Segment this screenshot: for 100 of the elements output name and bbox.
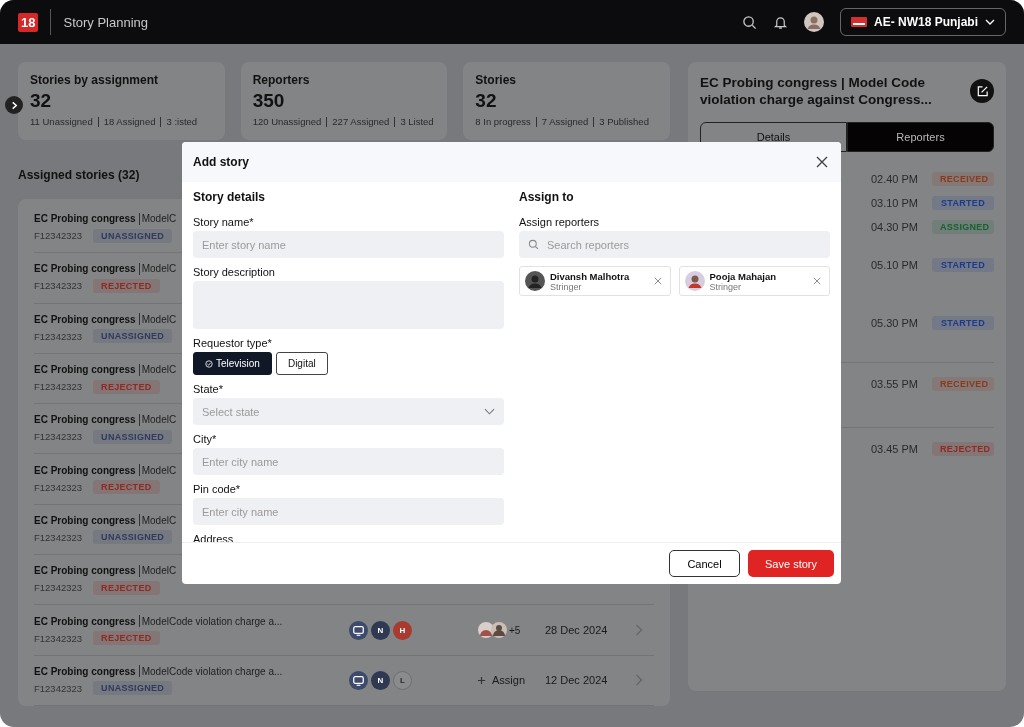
chevron-down-icon bbox=[484, 408, 495, 415]
story-id: F12342323 bbox=[34, 582, 83, 594]
story-heading: EC Probing congress | Model Code violation charge against Congress... bbox=[700, 74, 933, 108]
stat-value: 350 bbox=[252, 90, 286, 112]
assign-button[interactable]: Assign bbox=[477, 674, 545, 687]
story-title: EC Probing congress bbox=[34, 213, 136, 225]
tag-icon: H bbox=[393, 620, 412, 640]
expand-button[interactable] bbox=[5, 96, 23, 114]
story-subtitle: ModelC bbox=[141, 514, 177, 526]
reporter-avatar bbox=[684, 271, 705, 291]
search-field[interactable]: Search reporters bbox=[519, 231, 830, 258]
section-heading: Story details bbox=[193, 190, 267, 204]
event-time: 03.55 PM bbox=[870, 378, 918, 390]
event-time: 02.40 PM bbox=[870, 173, 918, 185]
story-subtitle: ModelC bbox=[141, 565, 177, 577]
user-avatar[interactable] bbox=[804, 12, 824, 32]
tag-icon: L bbox=[393, 670, 412, 690]
story-id: F12342323 bbox=[34, 230, 83, 242]
stat-breakdown: 3 Published bbox=[599, 116, 649, 127]
status-badge: REJECTED bbox=[93, 379, 160, 394]
story-id: F12342323 bbox=[34, 481, 83, 493]
story-id: F12342323 bbox=[34, 632, 83, 644]
input-field[interactable]: Enter story name bbox=[193, 231, 504, 258]
edit-icon bbox=[975, 84, 989, 98]
stat-breakdown: 7 Assigned bbox=[541, 116, 589, 127]
story-date: 28 Dec 2024 bbox=[545, 624, 609, 636]
story-title: EC Probing congress bbox=[34, 565, 136, 577]
story-subtitle: ModelCode violation charge a... bbox=[141, 615, 283, 627]
search-icon bbox=[528, 239, 539, 250]
section-heading: Assigned stories (32) bbox=[18, 168, 141, 182]
remove-icon[interactable] bbox=[813, 277, 821, 285]
story-id: F12342323 bbox=[34, 381, 83, 393]
status-badge: UNASSIGNED bbox=[93, 329, 173, 344]
status-badge: ASSIGNED bbox=[932, 220, 994, 234]
section-heading: Assign to bbox=[519, 190, 575, 204]
reporter-name: Pooja Mahajan bbox=[709, 270, 777, 282]
story-title: EC Probing congress bbox=[34, 364, 136, 376]
stat-breakdown: 227 Assigned bbox=[332, 116, 390, 127]
panel-tab[interactable]: Reporters bbox=[847, 122, 994, 152]
stat-breakdown: 3 Listed bbox=[400, 116, 434, 127]
story-subtitle: ModelC bbox=[141, 213, 177, 225]
field-label: Story description bbox=[193, 266, 276, 278]
stat-value: 32 bbox=[475, 90, 498, 112]
status-badge: REJECTED bbox=[93, 631, 160, 645]
status-badge: UNASSIGNED bbox=[93, 228, 173, 243]
stat-title: Reporters bbox=[252, 73, 311, 87]
field-label: Assign reporters bbox=[519, 216, 601, 228]
caret-icon bbox=[985, 19, 995, 25]
story-subtitle: ModelCode violation charge a... bbox=[141, 665, 283, 677]
stat-breakdown: 11 Unassigned bbox=[30, 116, 93, 127]
check-circle-icon bbox=[205, 359, 213, 368]
event-time: 03.45 PM bbox=[870, 443, 918, 455]
bell-icon[interactable] bbox=[773, 14, 788, 30]
field-label: Story name* bbox=[193, 216, 255, 228]
requestor-type-option[interactable]: Digital bbox=[275, 352, 328, 375]
close-icon[interactable] bbox=[816, 156, 828, 168]
story-id: F12342323 bbox=[34, 280, 83, 292]
status-badge: UNASSIGNED bbox=[93, 530, 173, 545]
status-badge: UNASSIGNED bbox=[93, 429, 173, 444]
story-date: 12 Dec 2024 bbox=[545, 674, 609, 687]
input-field[interactable]: Enter city name bbox=[193, 498, 504, 525]
requestor-type-option[interactable]: Television bbox=[193, 352, 272, 375]
stat-breakdown: 120 Unassigned bbox=[252, 116, 322, 127]
save-button[interactable]: Save story bbox=[748, 550, 834, 577]
story-subtitle: ModelC bbox=[141, 313, 177, 325]
search-icon[interactable] bbox=[742, 14, 757, 30]
cancel-button[interactable]: Cancel bbox=[669, 550, 741, 577]
story-id: F12342323 bbox=[34, 330, 83, 342]
status-badge: STARTED bbox=[932, 258, 994, 272]
tag-icon: N bbox=[371, 620, 390, 640]
status-badge: RECEIVED bbox=[932, 377, 994, 391]
story-subtitle: ModelC bbox=[141, 364, 177, 376]
story-subtitle: ModelC bbox=[141, 263, 177, 275]
input-field[interactable]: Enter city name bbox=[193, 448, 504, 475]
event-time: 05.10 PM bbox=[870, 259, 918, 271]
reporter-avatar bbox=[525, 271, 545, 291]
tv-icon bbox=[349, 620, 368, 640]
story-id: F12342323 bbox=[34, 531, 83, 543]
story-title: EC Probing congress bbox=[34, 263, 136, 275]
status-badge: RECEIVED bbox=[932, 172, 994, 186]
story-title: EC Probing congress bbox=[34, 464, 136, 476]
app-title: Story Planning bbox=[63, 14, 149, 30]
reporter-role: Stringer bbox=[709, 281, 741, 292]
tv-icon bbox=[349, 670, 368, 690]
stat-breakdown: 18 Assigned bbox=[103, 116, 156, 127]
edit-button[interactable] bbox=[970, 79, 994, 103]
search-input[interactable]: Search reporters bbox=[545, 237, 821, 252]
field-label: Requestor type* bbox=[193, 337, 273, 349]
channel-dropdown[interactable]: AE- NW18 Punjabi bbox=[840, 8, 1006, 36]
field-label: State* bbox=[193, 383, 224, 395]
tag-icon: N bbox=[371, 670, 390, 690]
story-title: EC Probing congress bbox=[34, 665, 136, 677]
reporter-name: Divansh Malhotra bbox=[550, 270, 631, 282]
status-badge: STARTED bbox=[932, 196, 994, 210]
story-subtitle: ModelC bbox=[141, 464, 177, 476]
remove-icon[interactable] bbox=[653, 277, 662, 285]
status-badge: REJECTED bbox=[93, 580, 160, 595]
story-id: F12342323 bbox=[34, 682, 83, 694]
dialog-title: Add story bbox=[193, 155, 249, 169]
story-subtitle: ModelC bbox=[141, 414, 177, 426]
